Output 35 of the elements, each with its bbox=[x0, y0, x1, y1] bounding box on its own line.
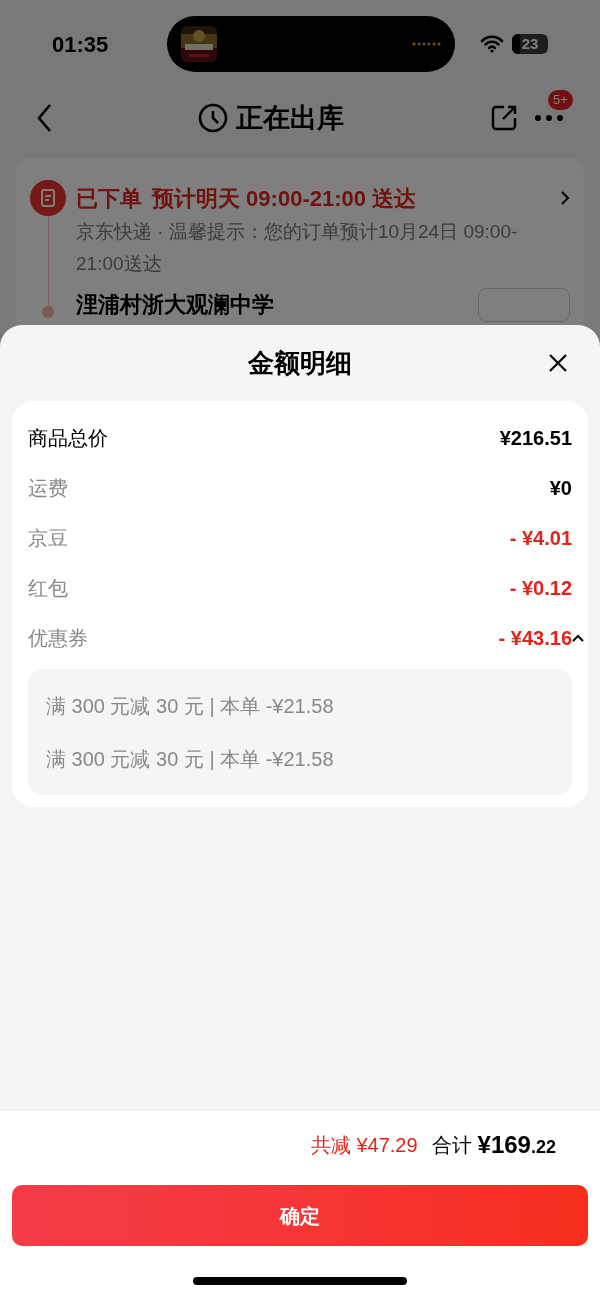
total-amount: ¥169.22 bbox=[477, 1130, 556, 1160]
delivery-note: 京东快递 · 温馨提示：您的订单预计10月24日 09:00-21:00送达 bbox=[76, 220, 519, 276]
order-icon bbox=[30, 180, 66, 216]
clock-icon bbox=[198, 103, 228, 133]
delivery-address: 浬浦村浙大观澜中学 bbox=[76, 291, 274, 319]
chevron-right-icon[interactable] bbox=[560, 190, 570, 206]
coupon-detail: 满 300 元减 30 元 | 本单 -¥21.58 bbox=[46, 693, 335, 719]
fee-label: 运费 bbox=[28, 476, 68, 501]
more-icon[interactable] bbox=[534, 114, 564, 122]
order-status: 已下单 bbox=[76, 184, 142, 213]
fee-amount: ¥0 bbox=[549, 476, 572, 501]
sheet-title: 金额明细 bbox=[248, 346, 352, 380]
back-icon[interactable] bbox=[36, 103, 52, 133]
total-discount: 共减 ¥47.29 bbox=[310, 1133, 418, 1158]
delivery-estimate: 预计明天 09:00-21:00 送达 bbox=[152, 184, 417, 213]
fee-label: 商品总价 bbox=[28, 426, 108, 451]
page-title: 正在出库 bbox=[236, 101, 344, 135]
coupon-detail: 满 300 元减 30 元 | 本单 -¥21.58 bbox=[46, 746, 335, 772]
fee-amount: - ¥4.01 bbox=[509, 526, 572, 551]
share-icon[interactable] bbox=[490, 104, 518, 132]
fee-label: 红包 bbox=[28, 576, 68, 601]
fee-amount: ¥216.51 bbox=[499, 426, 572, 451]
total-label: 合计 bbox=[431, 1133, 472, 1158]
status-time: 01:35 bbox=[52, 30, 110, 59]
confirm-button[interactable]: 确定 bbox=[12, 1185, 588, 1246]
wifi-icon bbox=[480, 35, 504, 53]
close-icon[interactable] bbox=[548, 353, 568, 373]
fee-amount: - ¥43.16 bbox=[498, 626, 572, 651]
fee-label: 京豆 bbox=[28, 526, 68, 551]
battery-icon: 23 bbox=[512, 34, 548, 54]
fee-label: 优惠券 bbox=[28, 626, 88, 651]
notification-badge: 5+ bbox=[548, 90, 573, 110]
audio-wave-icon bbox=[411, 41, 441, 47]
fee-amount: - ¥0.12 bbox=[509, 576, 572, 601]
chevron-up-icon[interactable] bbox=[572, 634, 584, 642]
